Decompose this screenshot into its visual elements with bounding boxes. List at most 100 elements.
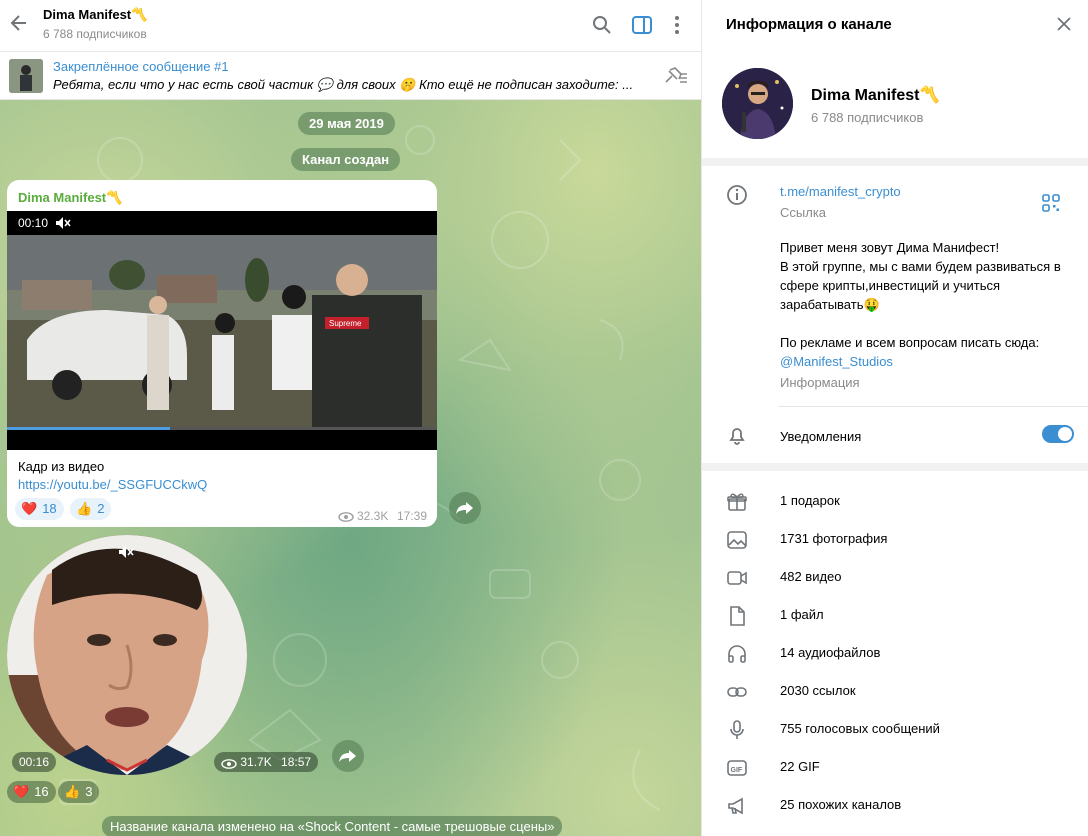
progress-fill	[7, 427, 171, 430]
shared-media-row[interactable]: 1731 фотография	[702, 521, 1088, 559]
video-icon	[726, 567, 748, 589]
back-arrow-icon[interactable]	[8, 12, 30, 34]
muted-icon[interactable]	[55, 216, 71, 230]
reaction-count: 18	[42, 501, 57, 516]
share-icon	[339, 750, 356, 762]
channel-name: Dima Manifest〽️	[811, 87, 940, 104]
shared-media-row[interactable]: 482 видео	[702, 559, 1088, 597]
description-label: Информация	[780, 375, 860, 390]
photo-icon	[726, 529, 748, 551]
thumbs-up-icon: 👍	[76, 501, 93, 516]
pinned-message-bar[interactable]: Закреплённое сообщение #1 Ребята, если ч…	[0, 52, 701, 100]
gift-icon	[726, 491, 748, 513]
reaction-heart[interactable]: ❤️ 18	[15, 498, 64, 520]
channel-created-pill: Канал создан	[291, 148, 401, 171]
shared-media-label: 482 видео	[780, 569, 842, 584]
message-time: 18:57	[281, 755, 312, 769]
thumbs-up-icon: 👍	[64, 784, 81, 799]
row-divider	[778, 406, 1088, 407]
pinned-list-icon[interactable]	[663, 66, 689, 86]
heart-icon: ❤️	[21, 501, 38, 516]
video-frame: Supreme	[7, 235, 437, 427]
section-divider	[702, 158, 1088, 166]
reaction-count: 3	[85, 784, 93, 799]
shared-media-label: 1 подарок	[780, 493, 840, 508]
channel-info-panel: Информация о канале Dima Manifest〽️ 6 78…	[701, 0, 1088, 836]
shared-media-row[interactable]: 25 похожих каналов	[702, 787, 1088, 825]
round-video-message[interactable]	[7, 535, 247, 775]
reaction-count: 16	[34, 784, 49, 799]
share-icon	[456, 502, 473, 514]
chat-header: Dima Manifest〽️ 6 788 подписчиков	[0, 0, 701, 52]
muted-icon[interactable]	[118, 545, 134, 559]
channel-link-label: Ссылка	[780, 205, 827, 220]
views-count: 32.3K	[357, 509, 389, 523]
shared-media-row[interactable]: 755 голосовых сообщений	[702, 711, 1088, 749]
chat-subscribers: 6 788 подписчиков	[43, 27, 147, 41]
shared-media-label: 22 GIF	[780, 759, 820, 774]
shared-media-label: 25 похожих каналов	[780, 797, 902, 812]
file-icon	[726, 605, 748, 627]
close-icon[interactable]	[1054, 14, 1074, 34]
video-player[interactable]: 00:10 Supreme	[7, 211, 437, 450]
share-button[interactable]	[332, 740, 364, 772]
share-button[interactable]	[449, 492, 481, 524]
pinned-text: Ребята, если что у нас есть свой частик …	[53, 77, 633, 92]
qr-code-icon[interactable]	[1041, 193, 1061, 213]
reaction-thumbs-up[interactable]: 👍 2	[70, 498, 112, 520]
shared-media-label: 14 аудиофайлов	[780, 645, 881, 660]
link-icon	[726, 681, 748, 703]
gif-icon: GIF	[726, 757, 748, 779]
info-panel-title: Информация о канале	[726, 16, 892, 33]
pinned-title: Закреплённое сообщение #1	[53, 59, 229, 74]
message-caption: Кадр из видео	[18, 459, 105, 474]
round-video-meta: 31.7K 18:57	[214, 752, 319, 772]
section-divider	[702, 463, 1088, 471]
bell-icon	[726, 424, 748, 446]
views-count: 31.7K	[240, 755, 272, 769]
reaction-heart[interactable]: ❤️ 16	[7, 781, 56, 803]
heart-icon: ❤️	[13, 784, 30, 799]
video-progress-bar[interactable]	[7, 427, 437, 450]
search-icon[interactable]	[591, 14, 613, 36]
channel-subscribers: 6 788 подписчиков	[811, 110, 924, 125]
shared-media-label: 2030 ссылок	[780, 683, 856, 698]
description-link[interactable]: @Manifest_Studios	[780, 354, 893, 369]
shared-media-row[interactable]: GIF 22 GIF	[702, 749, 1088, 787]
message-link[interactable]: https://youtu.be/_SSGFUCCkwQ	[18, 477, 207, 492]
more-vertical-icon[interactable]	[666, 14, 688, 36]
channel-avatar[interactable]	[722, 68, 793, 139]
svg-text:Supreme: Supreme	[329, 319, 362, 328]
channel-description: Привет меня зовут Дима Манифест! В этой …	[780, 238, 1070, 371]
notifications-toggle[interactable]	[1042, 425, 1074, 443]
description-text: Привет меня зовут Дима Манифест! В этой …	[780, 240, 1061, 350]
sidebar-toggle-icon[interactable]	[631, 14, 653, 36]
video-time: 00:10	[18, 216, 49, 230]
reaction-thumbs-up[interactable]: 👍 3	[58, 781, 100, 803]
date-pill: 29 мая 2019	[298, 112, 395, 135]
reaction-count: 2	[97, 501, 105, 516]
round-video-duration: 00:16	[12, 752, 57, 772]
info-icon	[726, 184, 748, 206]
shared-media-label: 755 голосовых сообщений	[780, 721, 940, 736]
svg-text:GIF: GIF	[731, 767, 743, 774]
message-time: 17:39	[397, 509, 428, 523]
chat-pane: 29 мая 2019 Канал создан Dima Manifest〽️…	[0, 0, 701, 836]
views-icon	[338, 510, 354, 522]
video-top-bar: 00:10	[7, 211, 437, 235]
shared-media-row[interactable]: 14 аудиофайлов	[702, 635, 1088, 673]
shared-media-label: 1731 фотография	[780, 531, 888, 546]
chat-title[interactable]: Dima Manifest〽️	[43, 7, 147, 23]
microphone-icon	[726, 719, 748, 741]
message-bubble[interactable]: Dima Manifest〽️ 00:10 Supreme Кадр из ви…	[7, 180, 437, 527]
message-author[interactable]: Dima Manifest〽️	[18, 190, 122, 206]
shared-media-row[interactable]: 1 подарок	[702, 483, 1088, 521]
shared-media-row[interactable]: 2030 ссылок	[702, 673, 1088, 711]
channel-link[interactable]: t.me/manifest_crypto	[780, 184, 901, 199]
notifications-label: Уведомления	[780, 429, 862, 444]
views-icon	[221, 758, 237, 769]
shared-media-row[interactable]: 1 файл	[702, 597, 1088, 635]
service-message: Название канала изменено на «Shock Conte…	[102, 816, 563, 836]
shared-media-label: 1 файл	[780, 607, 824, 622]
megaphone-icon	[726, 795, 748, 817]
